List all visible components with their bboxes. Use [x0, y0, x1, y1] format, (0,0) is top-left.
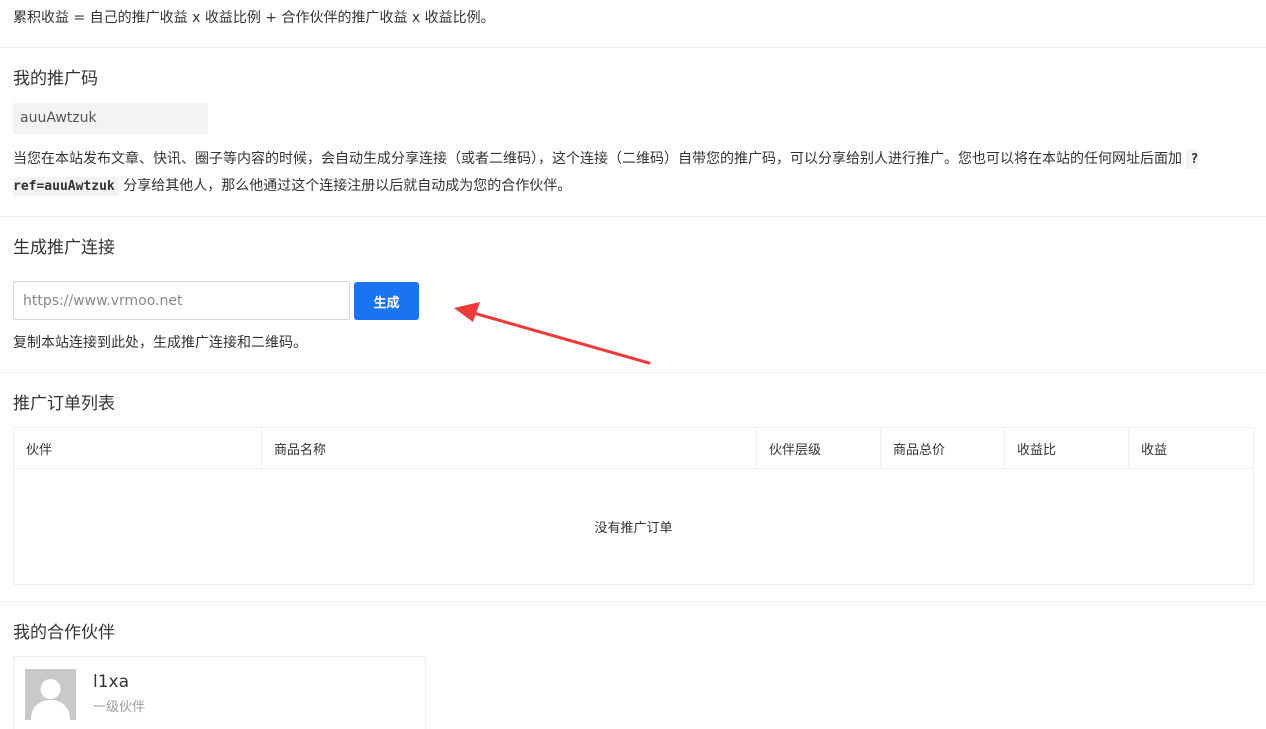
column-header-earnings: 收益 [1128, 427, 1254, 469]
generate-button[interactable]: 生成 [354, 282, 419, 320]
generate-link-hint: 复制本站连接到此处，生成推广连接和二维码。 [13, 335, 307, 351]
partner-card[interactable]: l1xa 一级伙伴 [13, 656, 426, 729]
description-text: 当您在本站发布文章、快讯、圈子等内容的时候，会自动生成分享连接（或者二维码），这… [13, 151, 1182, 167]
column-header-partner: 伙伴 [13, 427, 262, 469]
section-divider [0, 47, 1266, 48]
column-header-product-name: 商品名称 [261, 427, 757, 469]
generate-link-title: 生成推广连接 [13, 238, 115, 258]
annotation-arrow-icon [454, 302, 651, 365]
table-header-row: 伙伴 商品名称 伙伴层级 商品总价 收益比 收益 [13, 427, 1254, 469]
column-header-partner-level: 伙伴层级 [756, 427, 881, 469]
avatar [25, 669, 76, 720]
url-input[interactable] [13, 281, 350, 320]
column-header-total-price: 商品总价 [880, 427, 1005, 469]
table-row: 没有推广订单 [13, 468, 1254, 585]
section-divider [0, 216, 1266, 217]
earnings-formula: 累积收益 = 自己的推广收益 x 收益比例 + 合作伙伴的推广收益 x 收益比例… [13, 10, 495, 26]
partners-title: 我的合作伙伴 [13, 623, 115, 643]
orders-title: 推广订单列表 [13, 394, 115, 414]
partner-name[interactable]: l1xa [93, 671, 129, 693]
promo-code-value[interactable]: auuAwtzuk [13, 103, 208, 134]
partner-level: 一级伙伴 [93, 700, 146, 715]
user-placeholder-icon [31, 679, 70, 720]
section-divider [0, 601, 1266, 602]
promo-code-title: 我的推广码 [13, 69, 98, 89]
section-divider [0, 372, 1266, 373]
promo-code-description: 当您在本站发布文章、快讯、圈子等内容的时候，会自动生成分享连接（或者二维码），这… [13, 146, 1253, 200]
referral-page: 累积收益 = 自己的推广收益 x 收益比例 + 合作伙伴的推广收益 x 收益比例… [0, 0, 1266, 729]
orders-table: 伙伴 商品名称 伙伴层级 商品总价 收益比 收益 没有推广订单 [13, 427, 1254, 585]
empty-orders-message: 没有推广订单 [13, 468, 1254, 585]
column-header-ratio: 收益比 [1004, 427, 1129, 469]
description-text-end: 分享给其他人，那么他通过这个连接注册以后就自动成为您的合作伙伴。 [123, 178, 572, 194]
